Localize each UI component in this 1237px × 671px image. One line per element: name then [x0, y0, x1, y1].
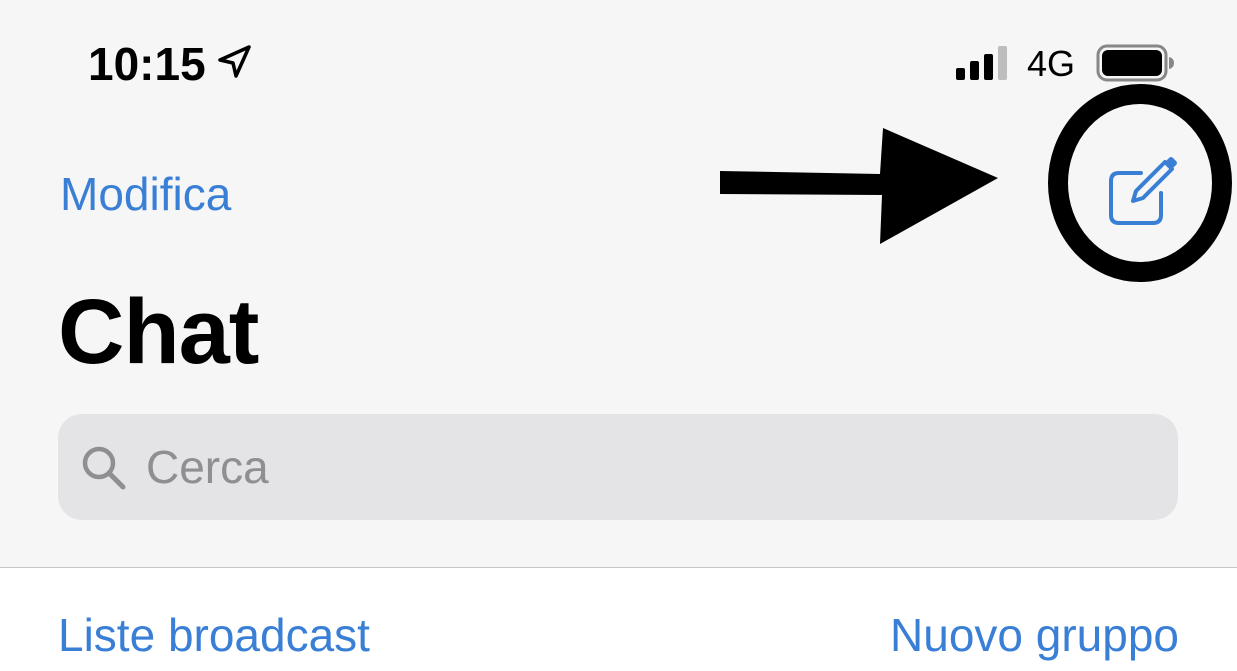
location-arrow-icon	[218, 45, 251, 78]
edit-button[interactable]: Modifica	[60, 167, 231, 221]
page-title: Chat	[58, 281, 259, 383]
search-icon	[82, 446, 126, 490]
battery-icon	[1096, 44, 1174, 82]
status-time: 10:15	[88, 38, 206, 90]
search-placeholder: Cerca	[146, 441, 269, 493]
divider	[0, 567, 1237, 568]
arrow-pointer	[720, 128, 998, 244]
new-group-link[interactable]: Nuovo gruppo	[890, 607, 1179, 663]
circle-highlight	[1048, 84, 1232, 282]
chats-screen: 10:15 4G Modifica Chat Cerca Liste broad…	[0, 0, 1237, 671]
broadcast-lists-link[interactable]: Liste broadcast	[58, 607, 370, 663]
cellular-signal-icon	[956, 46, 1007, 80]
search-input[interactable]: Cerca	[58, 414, 1178, 520]
network-type-label: 4G	[1027, 43, 1076, 84]
